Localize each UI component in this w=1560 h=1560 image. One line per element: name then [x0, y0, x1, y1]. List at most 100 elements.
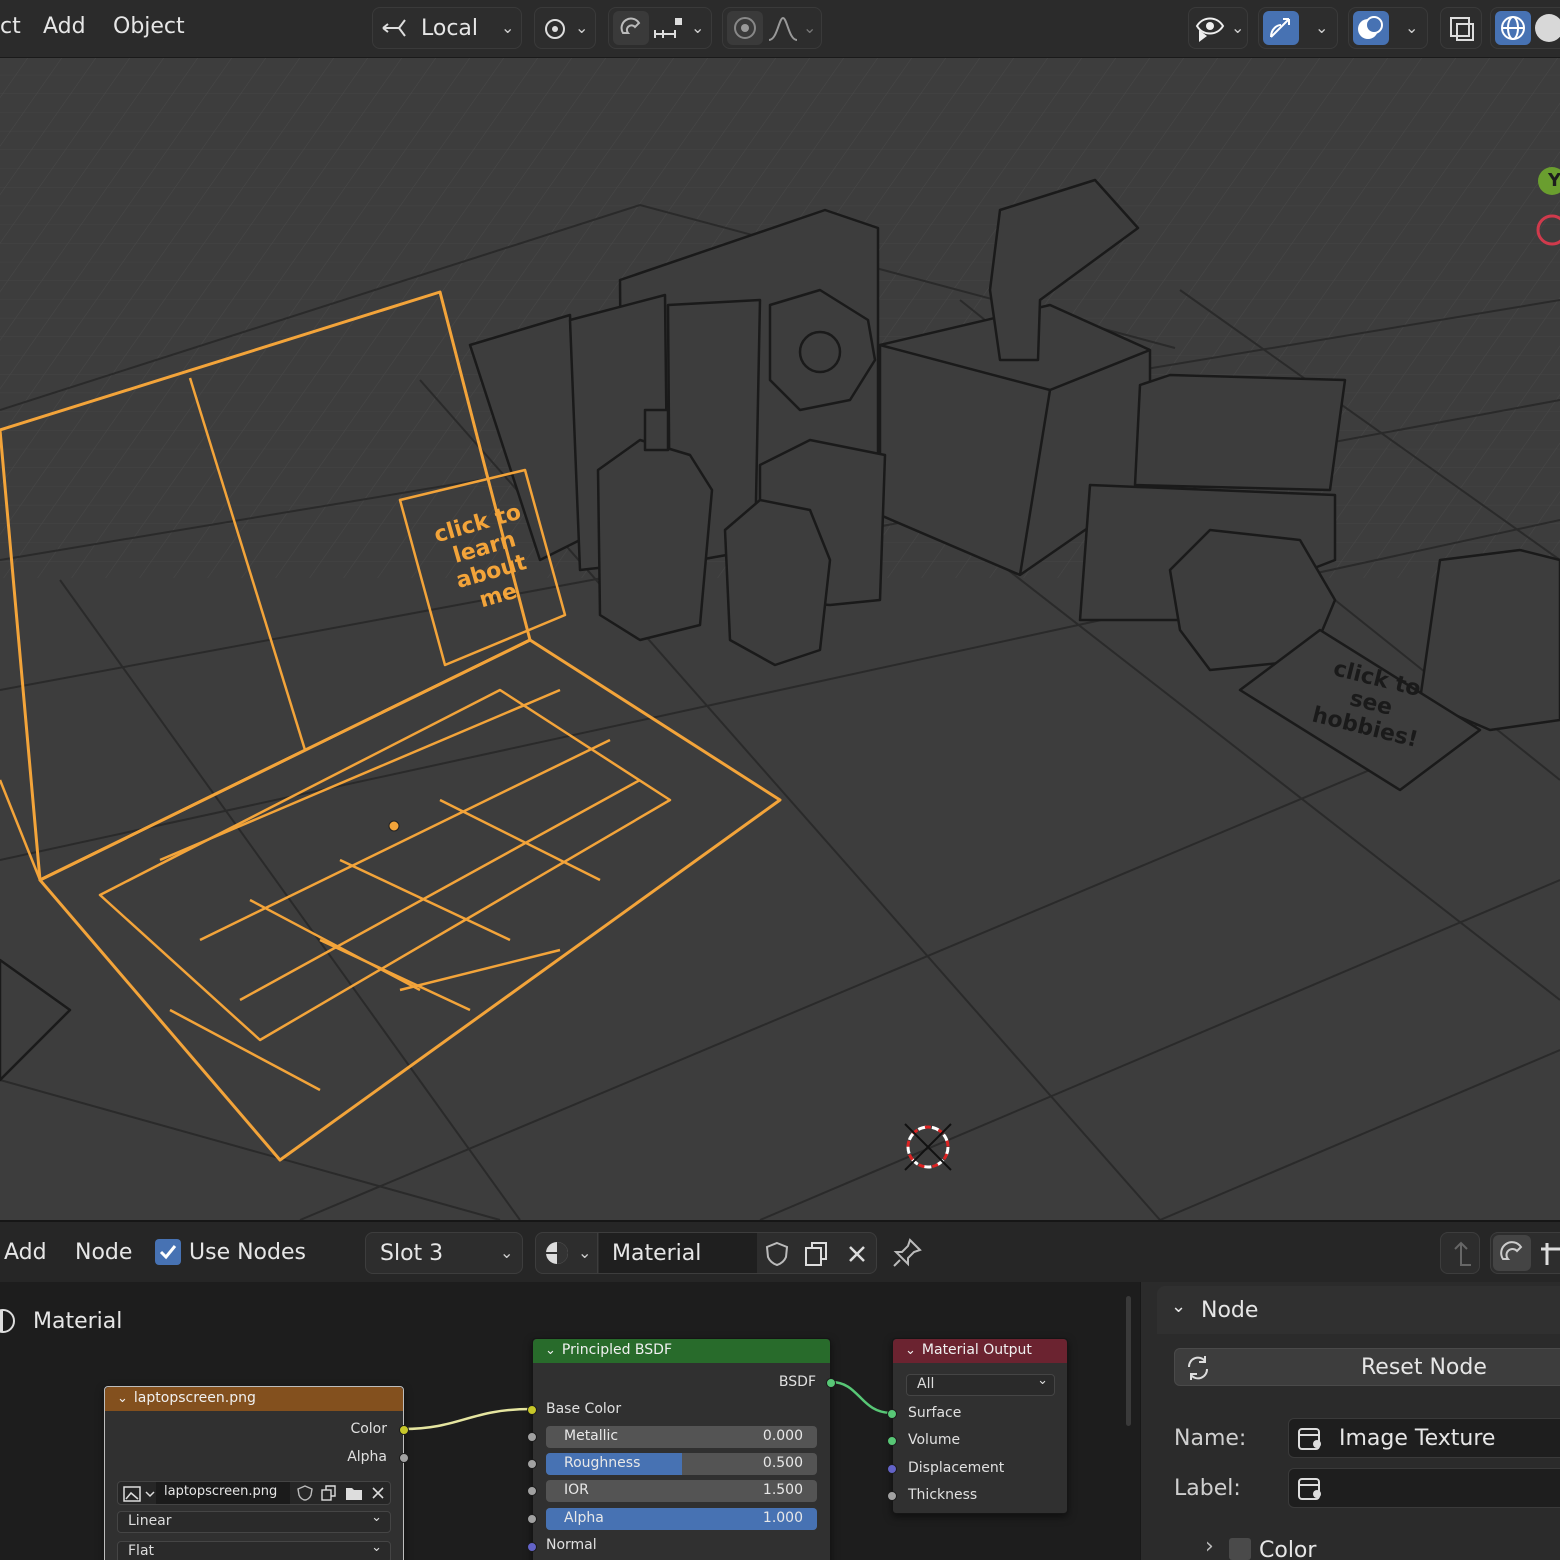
socket-metallic-input[interactable]	[527, 1432, 537, 1442]
slot-dropdown[interactable]: Slot 3 ⌄	[365, 1232, 523, 1274]
alpha-label: Alpha	[564, 1510, 604, 1526]
falloff-icon[interactable]	[767, 14, 799, 44]
socket-bsdf-output[interactable]	[826, 1378, 836, 1388]
canvas-scrollbar[interactable]	[1126, 1296, 1131, 1426]
material-selector: ⌄ Material	[535, 1232, 877, 1274]
node-section-title: Node	[1201, 1298, 1259, 1323]
duplicate-icon[interactable]	[802, 1239, 832, 1269]
chevron-down-icon: ⌄	[575, 18, 589, 37]
color-toggle-checkbox[interactable]	[1229, 1538, 1251, 1560]
color-section-header[interactable]: › Color	[1201, 1534, 1560, 1560]
material-browse-button[interactable]: ⌄	[536, 1233, 598, 1273]
node-name-field[interactable]: Image Texture	[1288, 1418, 1560, 1458]
snap-toggle[interactable]	[613, 11, 649, 45]
socket-ior-input[interactable]	[527, 1486, 537, 1496]
snap-group: ⌄	[608, 7, 712, 49]
parent-node-tree-button[interactable]	[1440, 1232, 1480, 1274]
snap-increment-icon[interactable]	[653, 14, 685, 44]
material-output-node[interactable]: ⌄ Material Output All ⌄ Surface Volume Di…	[887, 1338, 1068, 1514]
node-texture-icon	[1298, 1428, 1321, 1450]
node-label-field[interactable]	[1288, 1468, 1560, 1508]
gizmo-toggle[interactable]	[1263, 11, 1299, 45]
fake-user-shield-icon[interactable]	[762, 1239, 792, 1269]
bsdf-node-header[interactable]: ⌄ Principled BSDF	[533, 1339, 830, 1363]
3d-viewport[interactable]: click to learn about me click to see hob…	[0, 58, 1560, 1220]
output-node-header[interactable]: ⌄ Material Output	[893, 1339, 1067, 1363]
pin-icon[interactable]	[890, 1236, 924, 1270]
menu-node[interactable]: Node	[75, 1240, 132, 1265]
gizmo-dropdown[interactable]: ⌄	[1258, 7, 1338, 49]
alpha-slider[interactable]: Alpha 1.000	[546, 1508, 817, 1530]
output-target-dropdown[interactable]: All ⌄	[906, 1373, 1055, 1396]
socket-alpha-input[interactable]	[527, 1514, 537, 1524]
image-browse-icon[interactable]	[122, 1484, 158, 1504]
node-snap-toggle[interactable]	[1493, 1235, 1531, 1271]
gizmo-icon	[1270, 18, 1290, 38]
solid-shading-button[interactable]	[1535, 14, 1560, 42]
image-texture-node[interactable]: ⌄ laptopscreen.png Color Alpha laptopscre…	[104, 1386, 409, 1560]
chevron-down-icon: ⌄	[1315, 18, 1329, 37]
chevron-down-icon: ⌄	[1037, 1373, 1048, 1388]
image-selector: laptopscreen.png	[117, 1481, 391, 1505]
metallic-label: Metallic	[564, 1428, 619, 1444]
proportional-edit-group: ⌄	[722, 7, 822, 49]
orientation-icon	[382, 19, 406, 37]
menu-add[interactable]: Add	[4, 1240, 47, 1265]
reset-node-button[interactable]: Reset Node	[1174, 1348, 1560, 1386]
snap-grid-icon[interactable]	[1537, 1239, 1560, 1269]
image-name-field[interactable]: laptopscreen.png	[156, 1482, 290, 1504]
arrow-up-icon	[1454, 1241, 1471, 1266]
chevron-down-icon: ⌄	[803, 18, 817, 37]
menu-select-partial[interactable]: ct	[0, 14, 21, 39]
socket-normal-input[interactable]	[527, 1542, 537, 1552]
use-nodes-checkbox[interactable]	[155, 1239, 181, 1265]
chevron-right-icon: ›	[1205, 1534, 1214, 1559]
wireframe-shading-button[interactable]	[1495, 11, 1531, 45]
chevron-down-icon: ⌄	[371, 1540, 382, 1555]
close-icon[interactable]	[370, 1485, 386, 1501]
alpha-value: 1.000	[762, 1510, 803, 1526]
socket-displacement-input[interactable]	[887, 1464, 897, 1474]
use-nodes-label: Use Nodes	[189, 1240, 306, 1265]
transform-orientation-dropdown[interactable]: Local ⌄	[372, 7, 522, 49]
link-color-to-basecolor	[402, 1407, 533, 1431]
chevron-down-icon: ⌄	[117, 1391, 128, 1406]
socket-volume-input[interactable]	[887, 1436, 897, 1446]
menu-add[interactable]: Add	[43, 14, 86, 39]
pivot-icon	[545, 19, 565, 39]
node-editor-canvas[interactable]: Material ⌄ laptopscreen.png Color Alpha l…	[0, 1282, 1140, 1560]
overlays-toggle[interactable]	[1353, 11, 1389, 45]
bsdf-node-title: Principled BSDF	[561, 1342, 673, 1358]
xray-toggle[interactable]	[1440, 7, 1482, 49]
image-node-header[interactable]: ⌄ laptopscreen.png	[105, 1387, 403, 1411]
visibility-dropdown[interactable]: ⌄	[1188, 7, 1248, 49]
socket-roughness-input[interactable]	[527, 1459, 537, 1469]
socket-label-volume: Volume	[908, 1432, 961, 1448]
roughness-value: 0.500	[762, 1455, 803, 1471]
folder-icon[interactable]	[344, 1484, 364, 1502]
fake-user-shield-icon[interactable]	[296, 1484, 314, 1502]
ior-field[interactable]: IOR 1.500	[546, 1480, 817, 1502]
material-sphere-icon	[546, 1242, 568, 1264]
principled-bsdf-node[interactable]: ⌄ Principled BSDF BSDF Base Color Metalli…	[527, 1338, 836, 1560]
socket-thickness-input[interactable]	[887, 1491, 897, 1501]
duplicate-icon[interactable]	[320, 1484, 338, 1502]
roughness-slider[interactable]: Roughness 0.500	[546, 1453, 817, 1475]
overlays-dropdown[interactable]: ⌄	[1348, 7, 1428, 49]
metallic-slider[interactable]: Metallic 0.000	[546, 1426, 817, 1448]
socket-color-output[interactable]	[399, 1425, 409, 1435]
pivot-point-dropdown[interactable]: ⌄	[534, 7, 596, 49]
material-name-field[interactable]: Material	[599, 1233, 757, 1273]
node-section-header[interactable]: ⌄ Node	[1157, 1286, 1560, 1334]
socket-alpha-output[interactable]	[399, 1453, 409, 1463]
ior-label: IOR	[564, 1482, 589, 1498]
socket-basecolor-input[interactable]	[527, 1405, 537, 1415]
socket-surface-input[interactable]	[887, 1409, 897, 1419]
close-icon[interactable]	[842, 1239, 872, 1269]
menu-object[interactable]: Object	[113, 14, 185, 39]
proportional-edit-toggle[interactable]	[727, 11, 763, 45]
interpolation-dropdown[interactable]: Linear ⌄	[117, 1510, 391, 1533]
viewport-header: ct Add Object Local ⌄ ⌄ ⌄ ⌄ ⌄ ⌄ ⌄	[0, 0, 1560, 58]
projection-dropdown[interactable]: Flat ⌄	[117, 1540, 391, 1560]
reset-node-label: Reset Node	[1361, 1355, 1487, 1380]
